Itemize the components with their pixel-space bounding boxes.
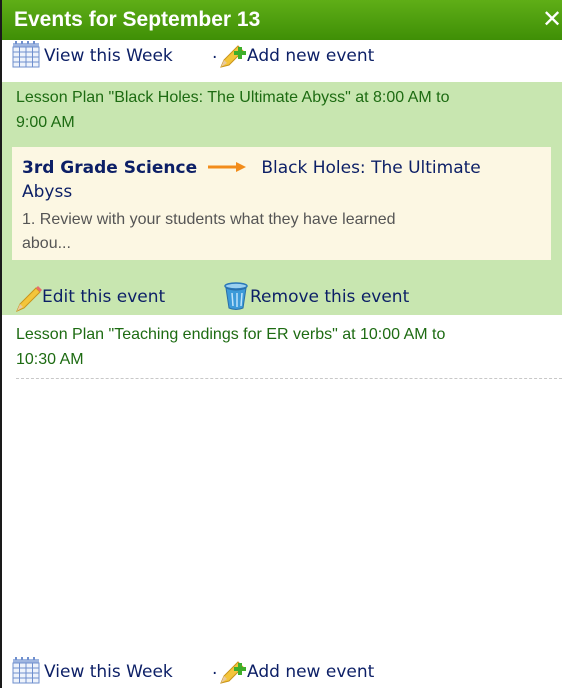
event-card: 3rd Grade Science Black Holes: The Ultim… bbox=[12, 147, 551, 260]
add-pencil-icon bbox=[220, 45, 246, 68]
panel-title: Events for September 13 bbox=[14, 8, 261, 31]
toolbar-separator: . bbox=[212, 43, 218, 63]
class-name[interactable]: 3rd Grade Science bbox=[22, 158, 197, 178]
lesson-title-link[interactable]: Black Holes: The Ultimate bbox=[261, 158, 480, 178]
view-week-button[interactable]: View this Week bbox=[12, 41, 212, 71]
event-separator bbox=[16, 378, 562, 379]
event-summary-line1: Lesson Plan "Black Holes: The Ultimate A… bbox=[16, 89, 450, 106]
remove-event-label: Remove this event bbox=[250, 287, 410, 307]
lesson-title-line2[interactable]: Abyss bbox=[22, 180, 543, 204]
remove-event-button[interactable]: Remove this event bbox=[222, 279, 462, 315]
close-icon[interactable]: ✕ bbox=[542, 6, 562, 32]
add-event-button[interactable]: Add new event bbox=[219, 41, 399, 71]
edit-event-button[interactable]: Edit this event bbox=[14, 279, 204, 315]
bottom-toolbar: View this Week . Add new event bbox=[12, 657, 562, 687]
event-summary[interactable]: Lesson Plan "Black Holes: The Ultimate A… bbox=[2, 82, 562, 138]
title-bar: Events for September 13 ✕ bbox=[2, 0, 562, 40]
add-event-label: Add new event bbox=[247, 662, 375, 682]
event-card-title-line1: 3rd Grade Science Black Holes: The Ultim… bbox=[22, 156, 543, 180]
description-line2: abou... bbox=[22, 235, 71, 252]
event-actions: Edit this event Remove this event bbox=[2, 279, 562, 315]
calendar-icon bbox=[12, 41, 40, 68]
event2-summary-line2: 10:30 AM bbox=[16, 351, 84, 368]
arrow-right-icon bbox=[208, 162, 247, 172]
events-panel: Events for September 13 ✕ View this Week bbox=[0, 0, 562, 688]
event-description: 1. Review with your students what they h… bbox=[22, 208, 543, 256]
add-event-label: Add new event bbox=[247, 46, 375, 66]
view-week-label: View this Week bbox=[44, 662, 173, 682]
toolbar-separator: . bbox=[212, 659, 218, 679]
calendar-icon bbox=[12, 657, 40, 684]
edit-event-label: Edit this event bbox=[42, 287, 166, 307]
add-event-button-bottom[interactable]: Add new event bbox=[219, 657, 399, 687]
add-pencil-icon bbox=[220, 661, 246, 684]
event-detail-area: 3rd Grade Science Black Holes: The Ultim… bbox=[2, 138, 562, 279]
view-week-label: View this Week bbox=[44, 46, 173, 66]
view-week-button-bottom[interactable]: View this Week bbox=[12, 657, 212, 687]
event-summary-line2: 9:00 AM bbox=[16, 114, 75, 131]
top-toolbar: View this Week . Add new event bbox=[12, 41, 562, 71]
event-summary-2[interactable]: Lesson Plan "Teaching endings for ER ver… bbox=[2, 322, 562, 372]
event2-summary-line1: Lesson Plan "Teaching endings for ER ver… bbox=[16, 326, 446, 343]
description-line1: 1. Review with your students what they h… bbox=[22, 211, 396, 228]
edit-pencil-icon bbox=[16, 286, 42, 312]
